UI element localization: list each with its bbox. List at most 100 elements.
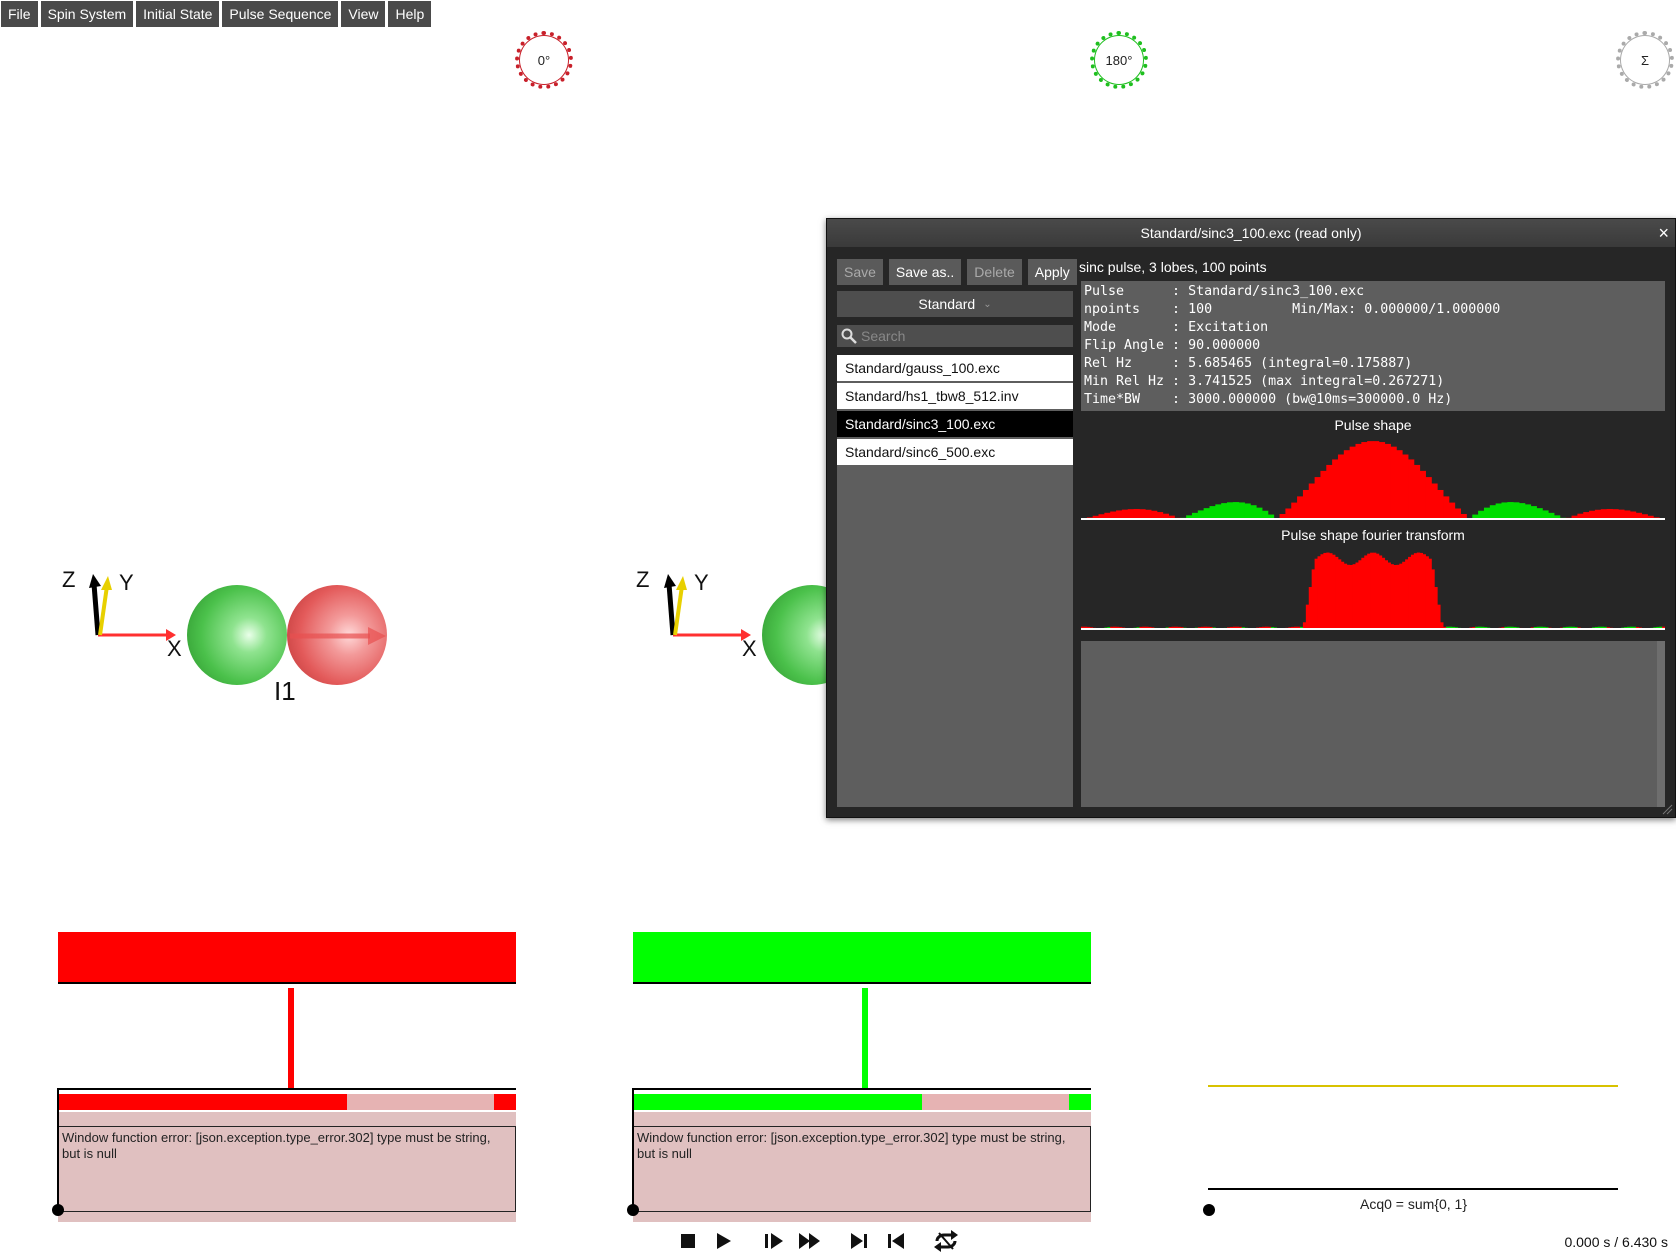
dialog-title-bar[interactable]: Standard/sinc3_100.exc (read only) × bbox=[827, 219, 1675, 247]
stop-icon[interactable] bbox=[670, 1229, 706, 1253]
info-line: Min Rel Hz : 3.741525 (max integral=0.26… bbox=[1084, 374, 1445, 389]
plot-bar bbox=[1302, 489, 1310, 519]
plot-bar bbox=[1317, 556, 1321, 629]
plot-bar bbox=[1495, 503, 1502, 519]
info-line: Rel Hz : 5.685465 (integral=0.175887) bbox=[1084, 356, 1413, 371]
plot-bar bbox=[1408, 556, 1412, 629]
plot-bar bbox=[1285, 508, 1292, 519]
loop-icon[interactable] bbox=[928, 1229, 964, 1253]
pulse-notes-area[interactable] bbox=[1081, 641, 1665, 807]
plot-bar bbox=[1483, 507, 1491, 519]
file-list-item-selected[interactable]: Standard/sinc3_100.exc bbox=[837, 411, 1073, 437]
plot-bar bbox=[1256, 507, 1263, 519]
plot-bar bbox=[1402, 454, 1409, 519]
plot-bar bbox=[1215, 504, 1222, 519]
plot-bar bbox=[1410, 554, 1415, 629]
plot-bar bbox=[1352, 564, 1356, 629]
plot-bar bbox=[1297, 496, 1304, 519]
info-line: Flip Angle : 90.000000 bbox=[1084, 338, 1261, 353]
plot-bar bbox=[1384, 560, 1388, 629]
plot-bar bbox=[1524, 504, 1532, 519]
plot-bar bbox=[1145, 509, 1152, 519]
plot-bar bbox=[1384, 443, 1391, 519]
plot-bar bbox=[1358, 560, 1362, 629]
plot-bar bbox=[1501, 502, 1508, 519]
plot-bar bbox=[1121, 509, 1129, 519]
menu-pulse-sequence[interactable]: Pulse Sequence bbox=[222, 1, 339, 27]
channel-origin-dot[interactable] bbox=[627, 1204, 639, 1216]
plot-bar bbox=[1390, 446, 1397, 519]
close-icon[interactable]: × bbox=[1658, 223, 1669, 244]
skip-to-end-icon[interactable] bbox=[842, 1229, 878, 1253]
save-button[interactable]: Save bbox=[837, 259, 883, 285]
plot-bar bbox=[1311, 569, 1315, 629]
plot-bar bbox=[1448, 502, 1456, 519]
fourier-transform-title: Pulse shape fourier transform bbox=[1281, 527, 1465, 543]
file-list-item[interactable]: Standard/gauss_100.exc bbox=[837, 355, 1073, 381]
play-icon[interactable] bbox=[706, 1229, 742, 1253]
search-input[interactable] bbox=[861, 328, 1061, 344]
delete-button[interactable]: Delete bbox=[967, 259, 1022, 285]
scrollbar[interactable] bbox=[1657, 641, 1665, 807]
plot-bar bbox=[1244, 503, 1251, 519]
plot-bar bbox=[1156, 512, 1164, 519]
apply-button[interactable]: Apply bbox=[1027, 259, 1077, 285]
plot-bar bbox=[1343, 450, 1351, 519]
channel-origin-dot[interactable] bbox=[52, 1204, 64, 1216]
save-as-button[interactable]: Save as.. bbox=[888, 259, 962, 285]
channel-progress bbox=[58, 1094, 516, 1110]
plot-bar bbox=[1197, 510, 1205, 519]
channel-pulse-block[interactable] bbox=[58, 932, 516, 984]
menu-spin-system[interactable]: Spin System bbox=[40, 1, 134, 27]
channel-pulse-block[interactable] bbox=[633, 932, 1091, 984]
pulse-info: Pulse : Standard/sinc3_100.exc npoints : … bbox=[1081, 281, 1665, 411]
plot-bar bbox=[1346, 564, 1351, 629]
plot-bar bbox=[1332, 554, 1336, 629]
file-list-item[interactable]: Standard/sinc6_500.exc bbox=[837, 439, 1073, 465]
plot-bar bbox=[1624, 510, 1631, 519]
pulse-editor-dialog: Standard/sinc3_100.exc (read only) × Sav… bbox=[826, 218, 1676, 818]
plot-bar bbox=[1355, 443, 1362, 519]
plot-bar bbox=[1232, 502, 1240, 519]
plot-bar bbox=[1364, 555, 1368, 629]
axis-label-y: Y bbox=[119, 570, 134, 595]
plot-bar bbox=[1302, 622, 1307, 629]
plot-bar bbox=[1332, 459, 1339, 519]
dialog-title: Standard/sinc3_100.exc (read only) bbox=[1140, 225, 1362, 241]
resize-grip-icon[interactable] bbox=[1661, 803, 1673, 815]
sum-dial[interactable]: Σ bbox=[1616, 31, 1674, 89]
menu-help[interactable]: Help bbox=[388, 1, 432, 27]
acquisition-origin-dot[interactable] bbox=[1203, 1204, 1215, 1216]
plot-bar bbox=[1326, 552, 1330, 629]
step-forward-icon[interactable] bbox=[756, 1229, 792, 1253]
plot-bar bbox=[1594, 509, 1602, 519]
plot-bar bbox=[1227, 502, 1234, 519]
acquisition-baseline bbox=[1208, 1188, 1618, 1190]
phase-dial-180[interactable]: 180° bbox=[1090, 31, 1148, 89]
skip-to-start-icon[interactable] bbox=[878, 1229, 914, 1253]
plot-bar bbox=[1419, 470, 1426, 519]
search-box bbox=[837, 325, 1073, 347]
plot-bar bbox=[1320, 470, 1327, 519]
plot-bar bbox=[1370, 552, 1374, 629]
plot-bar bbox=[1378, 555, 1383, 629]
menu-view[interactable]: View bbox=[341, 1, 386, 27]
plot-bar bbox=[1422, 554, 1426, 629]
plot-bar bbox=[1378, 442, 1386, 519]
pulse-marker bbox=[288, 988, 294, 1088]
menu-initial-state[interactable]: Initial State bbox=[136, 1, 220, 27]
plot-bar bbox=[1116, 510, 1123, 519]
plot-bar bbox=[1349, 564, 1353, 629]
plot-bar bbox=[1361, 442, 1368, 519]
plot-bar bbox=[1337, 454, 1345, 519]
plot-bar bbox=[1440, 622, 1444, 629]
file-list-item[interactable]: Standard/hs1_tbw8_512.inv bbox=[837, 383, 1073, 409]
plot-bar bbox=[1437, 604, 1441, 629]
plot-bar bbox=[1428, 558, 1432, 629]
plot-bar bbox=[1408, 459, 1415, 519]
phase-dial-0[interactable]: 0° bbox=[515, 31, 573, 89]
plot-bar bbox=[1413, 553, 1418, 629]
fast-forward-icon[interactable] bbox=[792, 1229, 828, 1253]
menu-file[interactable]: File bbox=[1, 1, 38, 27]
library-dropdown[interactable]: Standard ⌄ bbox=[837, 291, 1073, 317]
